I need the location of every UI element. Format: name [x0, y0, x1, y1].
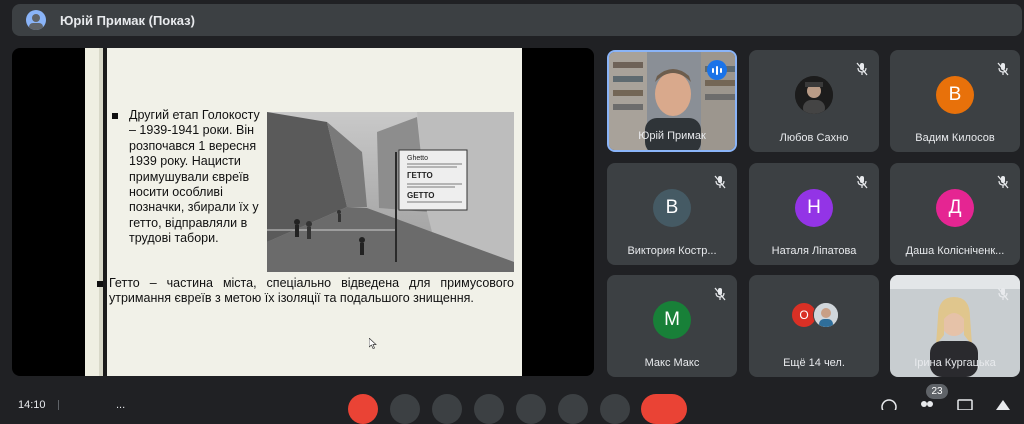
end-call-button[interactable]: [641, 394, 687, 424]
mic-off-icon: [997, 62, 1009, 76]
participant-name: Любов Сахно: [779, 132, 849, 144]
participant-tile[interactable]: В Виктория Костр...: [607, 163, 737, 265]
mic-off-icon: [997, 175, 1009, 189]
participant-avatar: Н: [795, 189, 833, 227]
mic-off-icon: [997, 287, 1009, 301]
participant-avatar: В: [936, 76, 974, 114]
participant-tile[interactable]: Н Наталя Ліпатова: [749, 163, 879, 265]
meeting-time: 14:10: [18, 399, 46, 411]
presentation-title: Юрій Примак (Показ): [60, 12, 195, 28]
mic-off-icon: [714, 175, 726, 189]
meeting-code: ...: [116, 399, 126, 411]
activities-icon[interactable]: [994, 398, 1012, 410]
participant-tile[interactable]: В Вадим Килосов: [890, 50, 1020, 152]
presentation-slide: Другий етап Голокосту – 1939-1941 роки. …: [85, 48, 522, 376]
slide-border-inner: [99, 48, 103, 376]
presentation-stage: Другий етап Голокосту – 1939-1941 роки. …: [12, 48, 594, 376]
present-button[interactable]: [516, 394, 546, 424]
captions-button[interactable]: [432, 394, 462, 424]
mic-off-button[interactable]: [348, 394, 378, 424]
more-options-button[interactable]: [600, 394, 630, 424]
raise-hand-button[interactable]: [558, 394, 588, 424]
participant-name: Виктория Костр...: [627, 245, 717, 257]
slide-border: [85, 48, 107, 376]
info-icon[interactable]: [880, 398, 898, 410]
people-icon[interactable]: [918, 398, 936, 410]
participant-avatar: Д: [936, 189, 974, 227]
participant-tile-presenter[interactable]: Юрій Примак: [607, 50, 737, 152]
participants-count-badge: 23: [926, 384, 948, 399]
slide-bullet-1: Другий етап Голокосту – 1939-1941 роки. …: [112, 108, 264, 247]
participant-tile[interactable]: М Макс Макс: [607, 275, 737, 377]
participant-avatar: [795, 76, 833, 114]
speaking-indicator-icon: [707, 60, 727, 80]
more-participants-tile[interactable]: О Ещё 14 чел.: [749, 275, 879, 377]
participant-name: Наталя Ліпатова: [771, 245, 857, 257]
emoji-button[interactable]: [474, 394, 504, 424]
separator: [58, 400, 59, 410]
mic-off-icon: [714, 287, 726, 301]
meeting-controls-bar: 14:10 ...: [0, 386, 1024, 424]
mic-off-icon: [856, 175, 868, 189]
participant-tile[interactable]: Д Даша Колісніченк...: [890, 163, 1020, 265]
more-participants-label: Ещё 14 чел.: [783, 357, 845, 369]
camera-button[interactable]: [390, 394, 420, 424]
presentation-header: Юрій Примак (Показ): [12, 4, 1022, 36]
participant-avatar: [813, 302, 839, 328]
sign-text-2: ГЕТТО: [407, 171, 433, 180]
participant-name: Ірина Кургацька: [914, 357, 996, 369]
participant-avatar: В: [653, 189, 691, 227]
ghetto-photo: Ghetto ГЕТТО GETTO: [267, 112, 514, 272]
presenter-avatar: [26, 10, 46, 30]
more-participants-avatars: О: [791, 302, 839, 328]
participant-avatar: М: [653, 301, 691, 339]
sign-text-3: GETTO: [407, 191, 434, 200]
mouse-cursor-icon: [369, 338, 377, 349]
participant-name: Вадим Килосов: [915, 132, 995, 144]
chat-icon[interactable]: [956, 398, 974, 410]
participant-tile[interactable]: Любов Сахно: [749, 50, 879, 152]
participant-name: Макс Макс: [644, 357, 700, 369]
participant-name: Даша Колісніченк...: [905, 245, 1005, 257]
mic-off-icon: [856, 62, 868, 76]
participant-name: Юрій Примак: [638, 130, 706, 142]
participant-tile[interactable]: Ірина Кургацька: [890, 275, 1020, 377]
sign-text-1: Ghetto: [407, 155, 428, 162]
slide-bullet-2: Гетто – частина міста, спеціально відвед…: [97, 276, 514, 307]
